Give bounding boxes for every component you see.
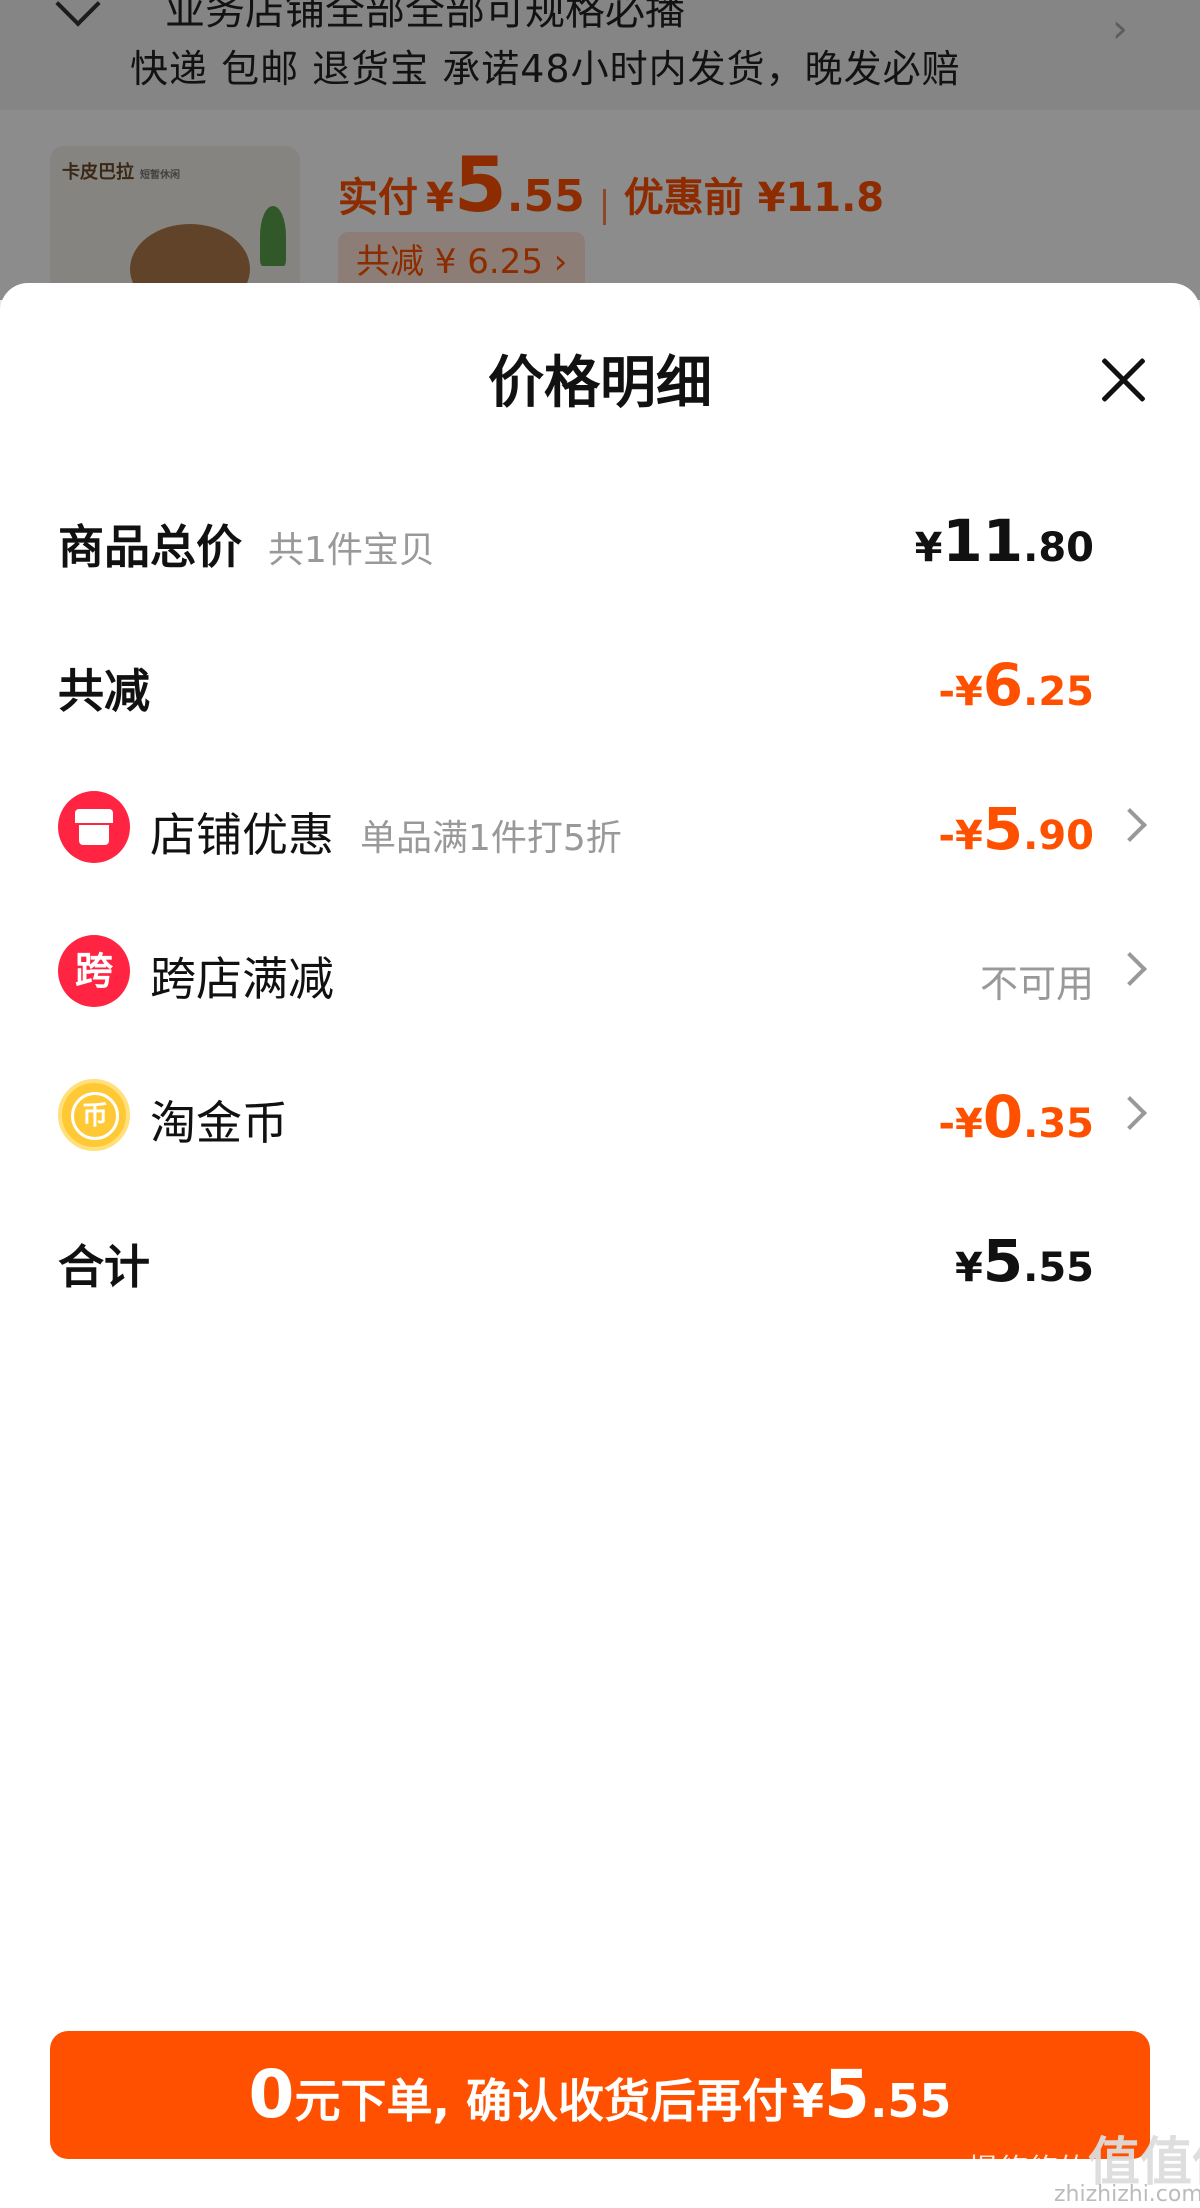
chevron-right-icon[interactable] [1113,808,1147,842]
coin-icon: 币 [58,1079,130,1151]
row-label: 店铺优惠 [150,808,334,862]
row-label: 共减 [58,664,150,718]
row-cross-store-discount[interactable]: 跨 跨店满减 不可用 [0,927,1200,1017]
row-amount: ¥5.55 [954,1227,1094,1295]
row-label: 商品总价 [58,520,242,574]
row-total-reduction: 共减 -¥6.25 [0,639,1200,729]
row-goods-total: 商品总价 共1件宝贝 ¥11.80 [0,495,1200,585]
row-label: 淘金币 [150,1096,288,1150]
row-amount: -¥0.35 [938,1083,1094,1151]
row-store-discount[interactable]: 店铺优惠 单品满1件打5折 -¥5.90 [0,783,1200,873]
row-tao-coins[interactable]: 币 淘金币 -¥0.35 [0,1071,1200,1161]
store-icon [58,791,130,863]
row-status: 不可用 [979,962,1094,1006]
row-amount: -¥6.25 [938,651,1094,719]
price-detail-sheet: 价格明细 商品总价 共1件宝贝 ¥11.80 共减 -¥6.25 店铺优惠 单品… [0,283,1200,2208]
watermark: 慢悠悠的值值值 zhizhizhi.com [968,2133,1200,2207]
row-hint: 单品满1件打5折 [360,818,622,859]
sheet-title: 价格明细 [488,351,712,416]
chevron-right-icon[interactable] [1113,952,1147,986]
background-page: 业务店铺全部全部可规格必播 › 快递 包邮 退货宝 承诺48小时内发货，晚发必赔… [0,0,1200,326]
row-amount: ¥11.80 [914,507,1094,575]
row-amount: -¥5.90 [938,795,1094,863]
row-grand-total: 合计 ¥5.55 [0,1215,1200,1305]
close-icon[interactable] [1096,353,1150,407]
row-label: 合计 [58,1240,150,1294]
chevron-right-icon[interactable] [1113,1096,1147,1130]
modal-overlay[interactable] [0,0,1200,300]
row-label: 跨店满减 [150,952,334,1006]
row-hint: 共1件宝贝 [268,530,435,571]
cross-store-icon: 跨 [58,935,130,1007]
